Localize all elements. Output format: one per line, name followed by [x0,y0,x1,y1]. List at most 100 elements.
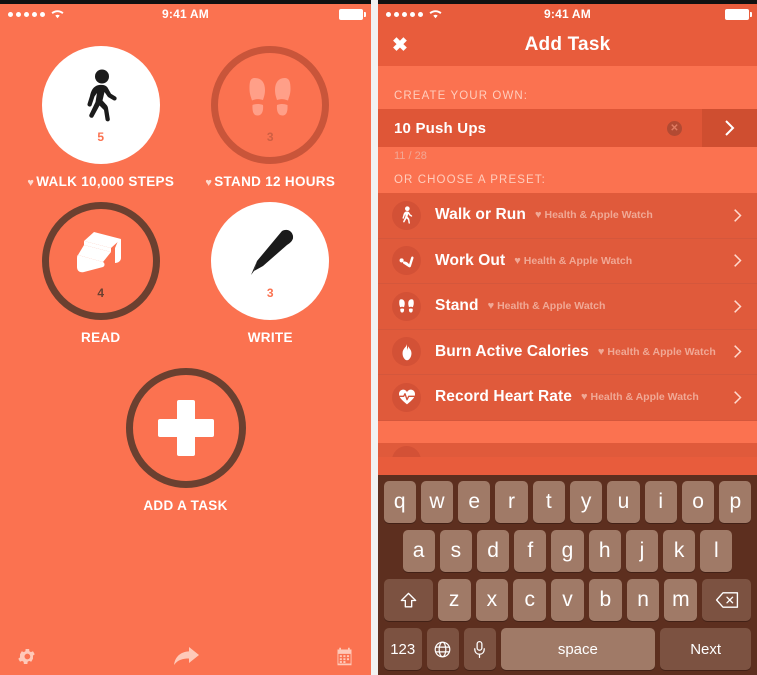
preset-meta: ♥ Health & Apple Watch [597,345,716,358]
keyboard-row-4: 123 space Next [381,628,754,670]
situp-icon [392,246,421,276]
key-x[interactable]: x [475,579,509,621]
on-screen-keyboard: q w e r t y u i o p a s d f g h j k l z … [378,475,757,675]
task-count: 4 [97,286,105,300]
key-c[interactable]: c [513,579,547,621]
task-card-write[interactable]: 3 WRITE [186,202,356,346]
share-arrow-icon[interactable] [173,646,199,666]
key-b[interactable]: b [588,579,622,621]
character-counter: 11 / 28 [378,147,757,166]
battery-full-icon [725,8,752,20]
partial-preset-icon [392,445,421,457]
preset-row-work-out[interactable]: Work Out ♥ Health & Apple Watch [378,239,757,284]
add-task-section: ADD A TASK [0,368,371,514]
preset-row-record-heart-rate[interactable]: Record Heart Rate ♥ Health & Apple Watch [378,375,757,421]
preset-name: Walk or Run [435,206,526,224]
preset-row-burn-active-calories[interactable]: Burn Active Calories ♥ Health & Apple Wat… [378,330,757,375]
backspace-icon[interactable] [702,579,752,621]
task-card-walk[interactable]: 5 ♥ WALK 10,000 STEPS [16,46,186,192]
preset-meta: ♥ Health & Apple Watch [514,254,633,267]
task-card-stand[interactable]: 3 ♥ STAND 12 HOURS [186,46,356,192]
space-key[interactable]: space [500,628,655,670]
key-h[interactable]: h [588,530,621,572]
task-count: 5 [97,130,105,144]
key-e[interactable]: e [458,481,491,523]
heart-icon: ♥ [514,254,521,267]
list-spacer [378,420,757,443]
microphone-icon[interactable] [463,628,496,670]
task-grid: 5 ♥ WALK 10,000 STEPS 3 ♥ STAND 12 HOURS… [0,34,371,346]
numbers-key[interactable]: 123 [383,628,422,670]
key-s[interactable]: s [439,530,472,572]
task-label: READ [81,330,121,345]
shift-up-icon[interactable] [383,579,433,621]
key-a[interactable]: a [402,530,435,572]
add-task-label: ADD A TASK [143,498,228,513]
flame-icon [392,337,421,367]
right-phone-add-task-screen: 9:41 AM ✖ Add Task CREATE YOUR OWN: 10 P… [378,0,757,675]
preset-meta: ♥ Health & Apple Watch [580,391,699,404]
keyboard-row-1: q w e r t y u i o p [381,481,754,523]
key-d[interactable]: d [476,530,510,572]
key-o[interactable]: o [681,481,715,523]
key-i[interactable]: i [644,481,677,523]
heart-icon: ♥ [205,177,213,189]
task-name-input-row[interactable]: 10 Push Ups ✕ [378,109,757,147]
gear-icon[interactable] [16,646,37,667]
key-v[interactable]: v [551,579,584,621]
task-label: ♥ STAND 12 HOURS [205,174,336,189]
left-phone-home-screen: 9:41 AM 5 ♥ WALK 10,000 STEPS 3 ♥ STAND … [0,0,371,675]
status-bar-time: 9:41 AM [162,7,209,21]
plus-icon [176,400,195,456]
task-name-input[interactable]: 10 Push Ups [378,120,667,137]
choose-preset-heading: OR CHOOSE A PRESET: [378,166,757,193]
next-key[interactable]: Next [659,628,752,670]
key-n[interactable]: n [626,579,660,621]
key-f[interactable]: f [514,530,547,572]
task-progress-ring[interactable]: 3 [211,202,330,320]
status-bar-time: 9:41 AM [544,7,591,21]
walking-person-icon [80,66,122,128]
task-progress-ring[interactable]: 5 [41,46,160,164]
task-label: WRITE [247,330,293,345]
key-w[interactable]: w [420,481,454,523]
task-label: ♥ WALK 10,000 STEPS [27,174,175,189]
task-progress-ring[interactable]: 3 [211,46,330,164]
clear-circle-icon[interactable]: ✕ [667,120,682,136]
key-l[interactable]: l [700,530,733,572]
key-j[interactable]: j [625,530,659,572]
create-your-own-heading: CREATE YOUR OWN: [378,66,757,109]
key-q[interactable]: q [383,481,416,523]
add-task-button[interactable] [125,368,246,488]
key-y[interactable]: y [570,481,603,523]
task-progress-ring[interactable]: 4 [41,202,160,320]
key-z[interactable]: z [437,579,471,621]
nav-bar: ✖ Add Task [378,24,757,66]
footprints-icon [246,66,294,128]
dual-phone-screenshot: 9:41 AM 5 ♥ WALK 10,000 STEPS 3 ♥ STAND … [0,0,757,675]
key-u[interactable]: u [607,481,640,523]
key-k[interactable]: k [663,530,696,572]
preset-row-walk-or-run[interactable]: Walk or Run ♥ Health & Apple Watch [378,193,757,239]
preset-row-stand[interactable]: Stand ♥ Health & Apple Watch [378,284,757,330]
preset-name: Stand [435,297,479,315]
preset-row-partial-hidden[interactable] [378,442,757,457]
preset-name: Record Heart Rate [435,388,572,406]
heart-icon: ♥ [597,345,605,358]
key-t[interactable]: t [532,481,565,523]
left-status-bar: 9:41 AM [0,4,371,24]
battery-full-icon [339,8,366,20]
heart-icon: ♥ [487,300,495,313]
home-content: 5 ♥ WALK 10,000 STEPS 3 ♥ STAND 12 HOURS… [0,24,371,675]
chevron-right-icon [733,390,743,405]
task-card-read[interactable]: 4 READ [16,202,186,346]
chevron-right-icon [733,253,743,268]
key-r[interactable]: r [495,481,528,523]
key-g[interactable]: g [551,530,584,572]
calendar-icon[interactable] [334,646,355,667]
heart-icon: ♥ [534,209,542,222]
globe-icon[interactable] [426,628,459,670]
key-m[interactable]: m [664,579,698,621]
submit-task-button[interactable] [702,109,757,147]
key-p[interactable]: p [719,481,752,523]
